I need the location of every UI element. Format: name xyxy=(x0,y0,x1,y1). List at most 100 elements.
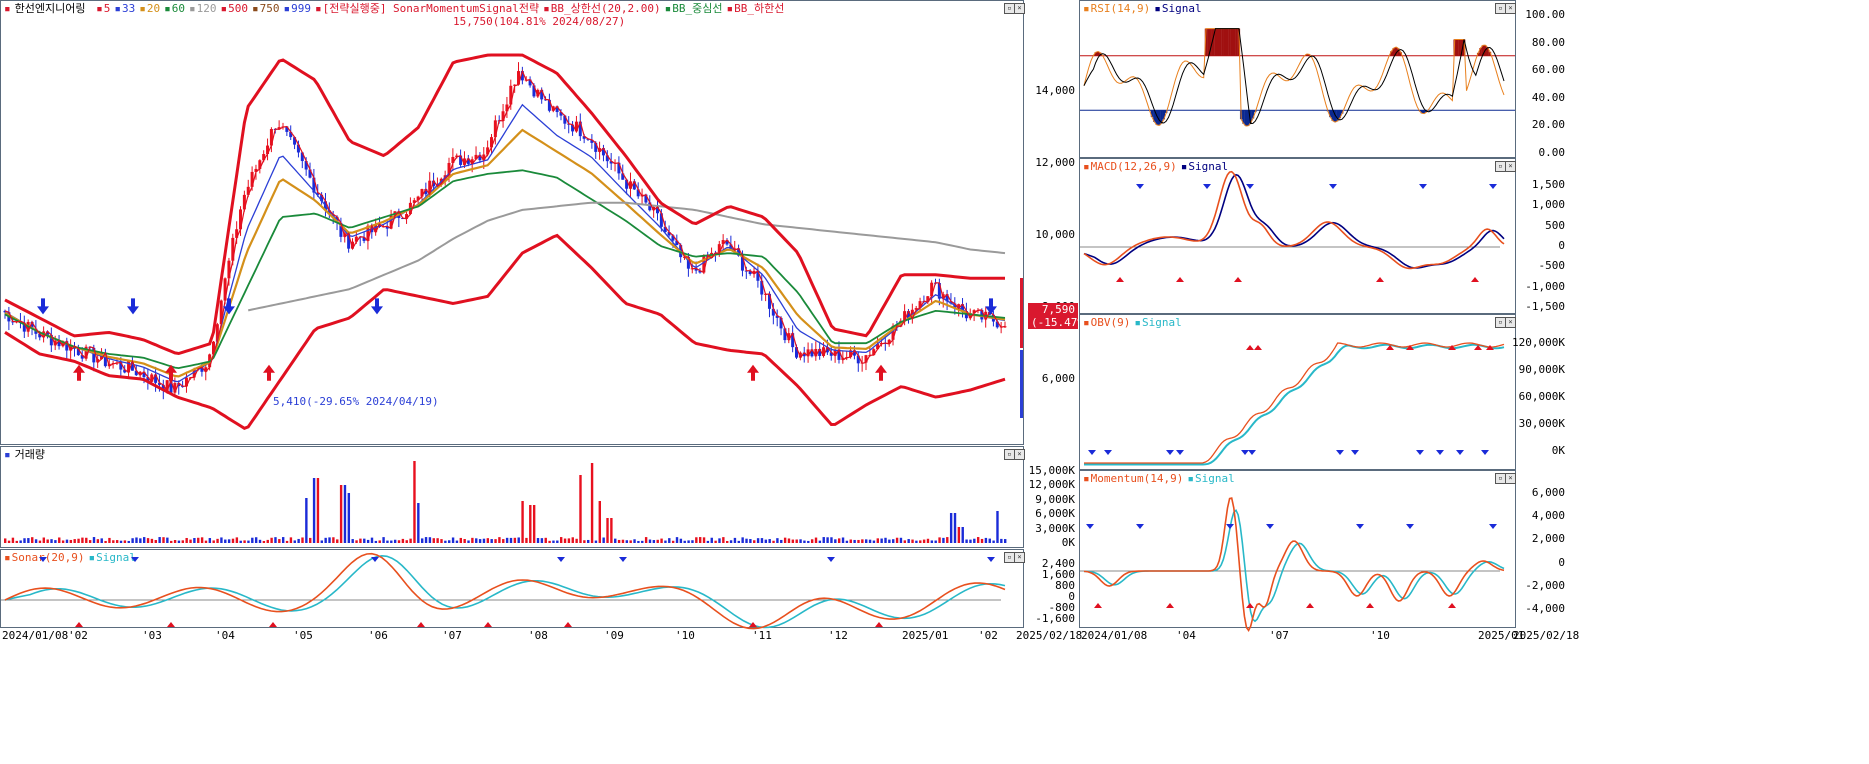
buy-arrow-icon xyxy=(1306,603,1314,608)
sonar-pane[interactable]: ▪Sonar(20,9) ▪Signal ▫ × xyxy=(0,549,1025,630)
volume-bar xyxy=(834,539,837,543)
sell-arrow-icon xyxy=(371,557,379,562)
buy-arrow-icon xyxy=(167,622,175,627)
buy-arrow-icon xyxy=(1166,603,1174,608)
volume-bar xyxy=(621,539,625,543)
volume-bar xyxy=(420,538,424,543)
rsi-pane[interactable]: ▪RSI(14,9) ▪Signal ▫ × xyxy=(1079,0,1516,158)
volume-bar xyxy=(146,538,150,543)
volume-bar xyxy=(996,511,999,543)
sell-arrow-icon xyxy=(1416,450,1424,455)
volume-pane[interactable]: ▪ 거래량 ▫ × xyxy=(0,446,1025,548)
volume-bar xyxy=(915,540,918,543)
volume-bar xyxy=(652,540,656,543)
axis-tick-label: 0K xyxy=(1061,536,1075,549)
volume-bar xyxy=(780,539,783,543)
price-axis: 14,00012,00010,0008,0006,000 xyxy=(1024,0,1079,445)
volume-bar xyxy=(104,540,107,543)
sell-arrow-icon xyxy=(1456,450,1464,455)
buy-arrow-icon xyxy=(1448,603,1456,608)
volume-bar xyxy=(270,537,273,543)
sell-arrow-icon xyxy=(1436,450,1444,455)
volume-bar xyxy=(872,540,876,543)
x-tick-label: '09 xyxy=(604,629,624,642)
sell-arrow-icon xyxy=(557,557,565,562)
volume-bar xyxy=(818,540,822,543)
sell-arrow-icon xyxy=(1419,184,1427,189)
macd-pane[interactable]: ▪MACD(12,26,9) ▪Signal ▫ × xyxy=(1079,158,1516,314)
volume-bar xyxy=(50,539,53,543)
volume-bar xyxy=(359,538,362,543)
volume-bar xyxy=(100,538,103,543)
volume-bar xyxy=(826,537,829,543)
buy-arrow-icon xyxy=(263,364,275,381)
volume-bar xyxy=(401,538,405,543)
volume-bar xyxy=(544,537,547,543)
sell-arrow-icon xyxy=(127,298,139,315)
buy-arrow-icon xyxy=(1246,345,1254,350)
obv-line xyxy=(1084,342,1505,464)
volume-bar xyxy=(405,540,408,543)
volume-bar xyxy=(973,538,976,543)
volume-bar xyxy=(301,537,304,543)
volume-bar xyxy=(127,540,130,543)
price-pane[interactable]: ▪ 한선엔지니어링 ▪5 ▪33 ▪20 ▪60 ▪120 ▪500 ▪750 ▪999 ▪[전략… xyxy=(0,0,1025,445)
last-change: (-15.47%) xyxy=(1031,316,1091,329)
sell-arrow-icon xyxy=(1351,450,1359,455)
volume-bar xyxy=(193,538,196,543)
volume-bar xyxy=(363,538,366,543)
volume-bar xyxy=(899,537,903,543)
volume-bar xyxy=(239,540,242,543)
buy-arrow-icon xyxy=(875,622,883,627)
volume-bar xyxy=(502,539,505,543)
volume-bar xyxy=(671,540,675,543)
volume-bar xyxy=(467,540,470,543)
volume-bar xyxy=(629,540,632,543)
axis-tick-label: -2,000 xyxy=(1525,578,1565,592)
x-tick-label: '04 xyxy=(215,629,235,642)
axis-tick-label: 60,000K xyxy=(1518,390,1565,403)
volume-bar xyxy=(278,539,281,543)
volume-bar xyxy=(540,538,544,543)
volume-bar xyxy=(81,537,84,543)
sell-arrow-icon xyxy=(987,557,995,562)
volume-bar xyxy=(791,539,795,543)
volume-bar xyxy=(679,538,683,543)
volume-bar xyxy=(644,537,648,543)
momentum-line xyxy=(1083,497,1505,632)
volume-bar xyxy=(617,539,621,543)
volume-bar xyxy=(888,539,891,543)
rsi-axis: 100.00 80.00 60.00 40.00 20.00 0.00 xyxy=(1516,0,1569,159)
volume-bar xyxy=(641,540,644,543)
volume-bar xyxy=(135,537,138,543)
volume-bar xyxy=(579,475,582,543)
volume-bar xyxy=(868,539,872,543)
momentum-pane[interactable]: ▪Momentum(14,9) ▪Signal ▫ × xyxy=(1079,470,1516,632)
volume-bar xyxy=(548,540,551,543)
sell-arrow-icon xyxy=(1226,524,1234,529)
volume-bar xyxy=(861,539,864,543)
axis-tick-label: 1,000 xyxy=(1531,198,1565,212)
sell-arrow-icon xyxy=(619,557,627,562)
volume-bar xyxy=(799,539,802,543)
volume-bar xyxy=(571,537,574,543)
volume-bar xyxy=(142,537,146,543)
volume-chart xyxy=(4,461,1007,543)
sell-arrow-icon xyxy=(1136,524,1144,529)
obv-pane[interactable]: ▪OBV(9) ▪Signal ▫ × xyxy=(1079,314,1516,470)
volume-bar xyxy=(46,539,49,543)
axis-tick-label: 0 xyxy=(1558,555,1565,569)
volume-bar xyxy=(482,538,486,543)
volume-bar xyxy=(876,538,879,543)
volume-bar xyxy=(656,539,659,543)
volume-bar xyxy=(922,539,926,543)
volume-bar xyxy=(498,537,501,543)
sell-arrow-icon xyxy=(1166,450,1174,455)
volume-bar xyxy=(216,538,219,543)
axis-tick-label: 12,000K xyxy=(1028,478,1075,492)
volume-bar xyxy=(783,537,787,543)
volume-bar xyxy=(231,538,235,543)
volume-bar xyxy=(930,540,934,543)
sell-arrow-icon xyxy=(1329,184,1337,189)
axis-tick-label: 1,500 xyxy=(1531,178,1565,191)
